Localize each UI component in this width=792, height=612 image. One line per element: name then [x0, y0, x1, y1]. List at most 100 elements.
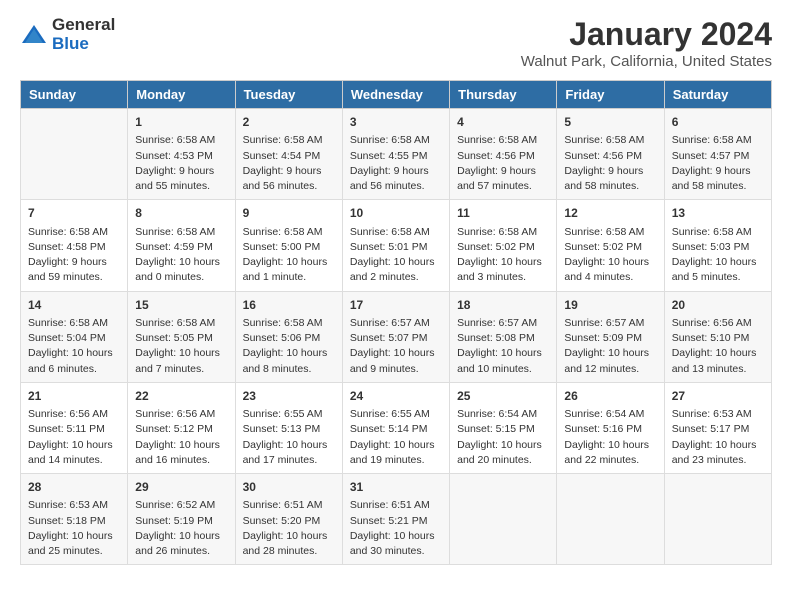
calendar-cell: 20Sunrise: 6:56 AMSunset: 5:10 PMDayligh…: [664, 291, 771, 382]
cell-info: and 7 minutes.: [135, 362, 227, 377]
calendar-cell: 29Sunrise: 6:52 AMSunset: 5:19 PMDayligh…: [128, 474, 235, 565]
cell-info: and 58 minutes.: [564, 179, 656, 194]
calendar-cell: [664, 474, 771, 565]
calendar-table: SundayMondayTuesdayWednesdayThursdayFrid…: [20, 80, 772, 565]
cell-info: and 59 minutes.: [28, 270, 120, 285]
cell-info: Sunrise: 6:58 AM: [243, 225, 335, 240]
cell-info: Daylight: 9 hours: [564, 164, 656, 179]
cell-info: Daylight: 9 hours: [135, 164, 227, 179]
calendar-cell: 23Sunrise: 6:55 AMSunset: 5:13 PMDayligh…: [235, 382, 342, 473]
day-number: 31: [350, 479, 442, 496]
day-number: 27: [672, 388, 764, 405]
cell-info: Sunset: 5:13 PM: [243, 422, 335, 437]
cell-info: and 20 minutes.: [457, 453, 549, 468]
cell-info: Sunrise: 6:58 AM: [135, 225, 227, 240]
calendar-cell: 21Sunrise: 6:56 AMSunset: 5:11 PMDayligh…: [21, 382, 128, 473]
day-number: 6: [672, 114, 764, 131]
day-number: 1: [135, 114, 227, 131]
cell-info: Sunrise: 6:54 AM: [564, 407, 656, 422]
cell-info: and 56 minutes.: [350, 179, 442, 194]
header: General Blue January 2024 Walnut Park, C…: [20, 16, 772, 70]
cell-info: Sunrise: 6:51 AM: [350, 498, 442, 513]
cell-info: Sunrise: 6:58 AM: [672, 225, 764, 240]
calendar-cell: 7Sunrise: 6:58 AMSunset: 4:58 PMDaylight…: [21, 200, 128, 291]
cell-info: and 13 minutes.: [672, 362, 764, 377]
day-number: 24: [350, 388, 442, 405]
cell-info: Daylight: 10 hours: [672, 255, 764, 270]
day-number: 16: [243, 297, 335, 314]
cell-info: and 9 minutes.: [350, 362, 442, 377]
day-number: 15: [135, 297, 227, 314]
week-row-1: 1Sunrise: 6:58 AMSunset: 4:53 PMDaylight…: [21, 109, 772, 200]
day-number: 5: [564, 114, 656, 131]
calendar-cell: 17Sunrise: 6:57 AMSunset: 5:07 PMDayligh…: [342, 291, 449, 382]
cell-info: Sunset: 5:18 PM: [28, 514, 120, 529]
cell-info: Daylight: 10 hours: [350, 529, 442, 544]
cell-info: Sunrise: 6:55 AM: [350, 407, 442, 422]
weekday-header-tuesday: Tuesday: [235, 81, 342, 109]
calendar-cell: 22Sunrise: 6:56 AMSunset: 5:12 PMDayligh…: [128, 382, 235, 473]
cell-info: Sunset: 4:57 PM: [672, 149, 764, 164]
day-number: 9: [243, 205, 335, 222]
cell-info: Daylight: 10 hours: [28, 346, 120, 361]
cell-info: Sunset: 5:06 PM: [243, 331, 335, 346]
calendar-cell: 12Sunrise: 6:58 AMSunset: 5:02 PMDayligh…: [557, 200, 664, 291]
cell-info: Daylight: 9 hours: [243, 164, 335, 179]
calendar-cell: 10Sunrise: 6:58 AMSunset: 5:01 PMDayligh…: [342, 200, 449, 291]
day-number: 20: [672, 297, 764, 314]
weekday-header-saturday: Saturday: [664, 81, 771, 109]
cell-info: Sunrise: 6:53 AM: [672, 407, 764, 422]
cell-info: Sunrise: 6:54 AM: [457, 407, 549, 422]
cell-info: Sunset: 5:01 PM: [350, 240, 442, 255]
cell-info: and 17 minutes.: [243, 453, 335, 468]
cell-info: Sunset: 5:07 PM: [350, 331, 442, 346]
cell-info: Daylight: 10 hours: [350, 255, 442, 270]
cell-info: Sunrise: 6:58 AM: [28, 316, 120, 331]
cell-info: Daylight: 10 hours: [672, 438, 764, 453]
calendar-cell: 15Sunrise: 6:58 AMSunset: 5:05 PMDayligh…: [128, 291, 235, 382]
calendar-cell: 24Sunrise: 6:55 AMSunset: 5:14 PMDayligh…: [342, 382, 449, 473]
cell-info: Daylight: 10 hours: [350, 438, 442, 453]
cell-info: Sunset: 5:12 PM: [135, 422, 227, 437]
calendar-cell: 5Sunrise: 6:58 AMSunset: 4:56 PMDaylight…: [557, 109, 664, 200]
week-row-4: 21Sunrise: 6:56 AMSunset: 5:11 PMDayligh…: [21, 382, 772, 473]
cell-info: Sunset: 5:17 PM: [672, 422, 764, 437]
cell-info: and 0 minutes.: [135, 270, 227, 285]
cell-info: Daylight: 10 hours: [457, 255, 549, 270]
calendar-cell: [450, 474, 557, 565]
cell-info: Sunrise: 6:57 AM: [457, 316, 549, 331]
cell-info: Sunset: 5:05 PM: [135, 331, 227, 346]
cell-info: Daylight: 10 hours: [457, 438, 549, 453]
day-number: 13: [672, 205, 764, 222]
day-number: 4: [457, 114, 549, 131]
cell-info: Sunset: 4:54 PM: [243, 149, 335, 164]
day-number: 17: [350, 297, 442, 314]
cell-info: Sunrise: 6:58 AM: [457, 133, 549, 148]
calendar-cell: 26Sunrise: 6:54 AMSunset: 5:16 PMDayligh…: [557, 382, 664, 473]
cell-info: Sunrise: 6:58 AM: [350, 225, 442, 240]
cell-info: Daylight: 9 hours: [350, 164, 442, 179]
cell-info: Daylight: 10 hours: [243, 529, 335, 544]
cell-info: Sunrise: 6:58 AM: [672, 133, 764, 148]
cell-info: Sunrise: 6:58 AM: [564, 225, 656, 240]
calendar-cell: 6Sunrise: 6:58 AMSunset: 4:57 PMDaylight…: [664, 109, 771, 200]
cell-info: Sunset: 5:02 PM: [564, 240, 656, 255]
cell-info: Daylight: 10 hours: [243, 255, 335, 270]
calendar-cell: 28Sunrise: 6:53 AMSunset: 5:18 PMDayligh…: [21, 474, 128, 565]
cell-info: Sunrise: 6:57 AM: [564, 316, 656, 331]
day-number: 30: [243, 479, 335, 496]
cell-info: Sunset: 5:11 PM: [28, 422, 120, 437]
cell-info: Sunset: 4:56 PM: [457, 149, 549, 164]
cell-info: Sunset: 5:16 PM: [564, 422, 656, 437]
day-number: 8: [135, 205, 227, 222]
calendar-cell: 13Sunrise: 6:58 AMSunset: 5:03 PMDayligh…: [664, 200, 771, 291]
calendar-cell: 2Sunrise: 6:58 AMSunset: 4:54 PMDaylight…: [235, 109, 342, 200]
day-number: 3: [350, 114, 442, 131]
calendar-cell: 27 Sunrise: 6:53 AMSunset: 5:17 PMDayligh…: [664, 382, 771, 473]
cell-info: Sunrise: 6:51 AM: [243, 498, 335, 513]
day-number: 26: [564, 388, 656, 405]
day-number: 11: [457, 205, 549, 222]
cell-info: and 2 minutes.: [350, 270, 442, 285]
cell-info: Sunset: 5:08 PM: [457, 331, 549, 346]
cell-info: Sunrise: 6:58 AM: [135, 316, 227, 331]
